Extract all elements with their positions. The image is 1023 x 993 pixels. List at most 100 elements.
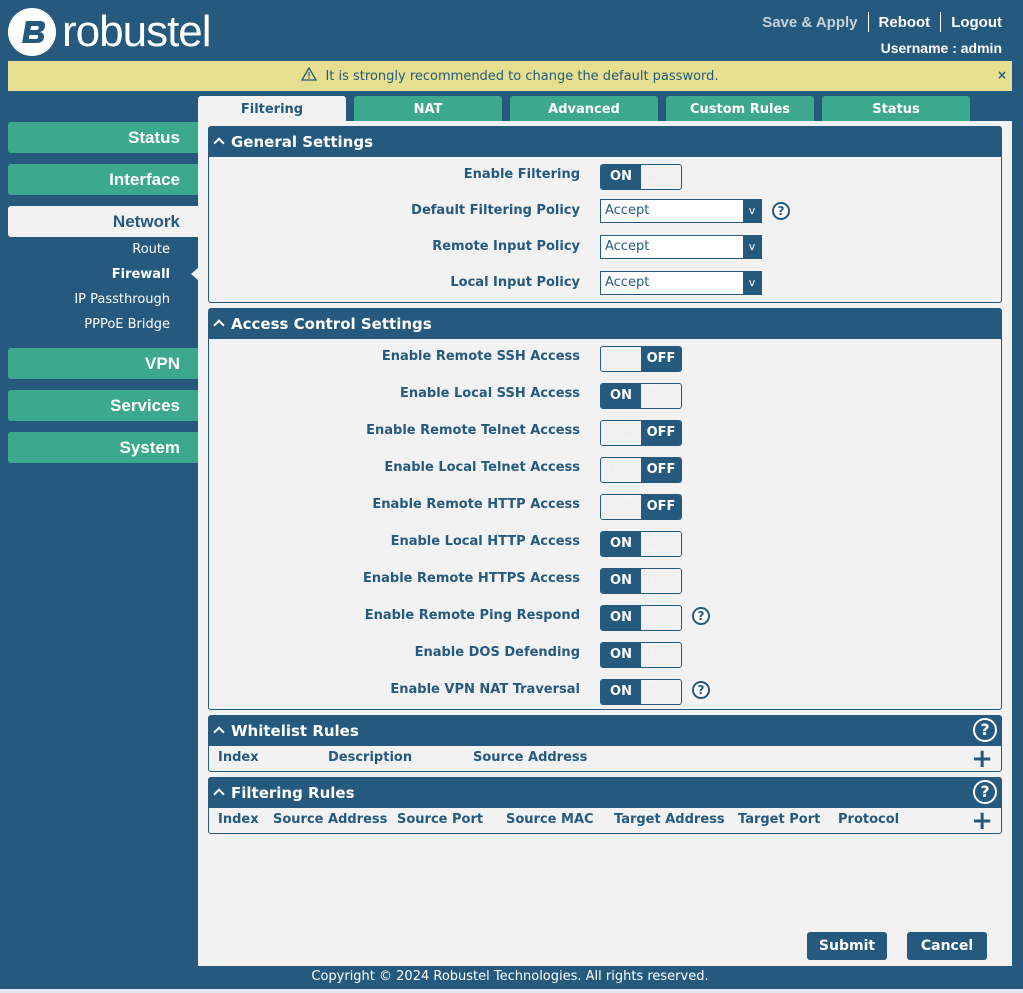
sidebar-subitem-ip-passthrough[interactable]: IP Passthrough xyxy=(0,292,170,307)
filtering-rules-header[interactable]: Filtering Rules ? xyxy=(209,778,1001,808)
access-row: Enable Local HTTP Access ON OFF xyxy=(209,530,1001,557)
sidebar-item-vpn[interactable]: VPN xyxy=(8,348,198,379)
section-title: General Settings xyxy=(231,133,374,151)
toggle-on[interactable]: ON xyxy=(601,347,641,371)
help-icon[interactable]: ? xyxy=(973,718,997,742)
column-header: Protocol xyxy=(838,812,900,827)
chevron-down-icon: v xyxy=(743,200,761,222)
column-header: Description xyxy=(328,750,413,765)
tab-advanced[interactable]: Advanced xyxy=(510,96,658,121)
section-title: Access Control Settings xyxy=(231,315,432,333)
field-label: Remote Input Policy xyxy=(432,239,580,254)
tab-status[interactable]: Status xyxy=(822,96,970,121)
toggle-off[interactable]: OFF xyxy=(641,680,681,704)
copyright-footer: Copyright © 2024 Robustel Technologies. … xyxy=(311,969,709,984)
access-row: Enable Remote HTTP Access ON OFF xyxy=(209,493,1001,520)
chevron-down-icon: v xyxy=(743,236,761,258)
general-settings-header[interactable]: General Settings xyxy=(209,127,1001,157)
sidebar-subitem-firewall[interactable]: Firewall xyxy=(0,267,170,282)
select-value: Accept xyxy=(605,275,650,290)
access-toggle[interactable]: ON OFF xyxy=(600,457,682,483)
sidebar-item-status[interactable]: Status xyxy=(8,122,198,153)
divider xyxy=(940,12,942,32)
help-icon[interactable]: ? xyxy=(772,202,790,220)
filtering-column-headers: Index Source Address Source Port Source … xyxy=(209,808,1001,834)
column-header: Index xyxy=(218,750,259,765)
toggle-off[interactable]: OFF xyxy=(641,569,681,593)
window-bottom-edge xyxy=(0,989,1023,993)
toggle-off[interactable]: OFF xyxy=(641,347,681,371)
toggle-off[interactable]: OFF xyxy=(641,606,681,630)
tab-filtering[interactable]: Filtering xyxy=(198,96,346,121)
reboot-link[interactable]: Reboot xyxy=(879,14,931,31)
logout-link[interactable]: Logout xyxy=(951,14,1002,31)
sidebar-item-network[interactable]: Network xyxy=(8,206,198,237)
toggle-on[interactable]: ON xyxy=(601,421,641,445)
help-icon[interactable]: ? xyxy=(973,780,997,804)
access-row: Enable Remote Telnet Access ON OFF xyxy=(209,419,1001,446)
access-control-header[interactable]: Access Control Settings xyxy=(209,309,1001,339)
add-icon[interactable]: + xyxy=(971,808,993,834)
collapse-icon xyxy=(213,319,225,331)
toggle-on[interactable]: ON xyxy=(601,643,641,667)
enable-filtering-toggle[interactable]: ON OFF xyxy=(600,164,682,190)
sidebar-item-services[interactable]: Services xyxy=(8,390,198,421)
password-warning-banner: It is strongly recommended to change the… xyxy=(8,61,1012,91)
access-toggle[interactable]: ON OFF xyxy=(600,568,682,594)
remote-input-policy-select[interactable]: Accept v xyxy=(600,235,762,259)
access-toggle[interactable]: ON OFF xyxy=(600,346,682,372)
add-icon[interactable]: + xyxy=(971,746,993,772)
field-label: Enable Remote Telnet Access xyxy=(366,423,580,438)
field-label: Enable Remote HTTPS Access xyxy=(363,571,580,586)
default-filtering-policy-select[interactable]: Accept v xyxy=(600,199,762,223)
local-input-policy-select[interactable]: Accept v xyxy=(600,271,762,295)
tab-nat[interactable]: NAT xyxy=(354,96,502,121)
close-icon[interactable]: × xyxy=(997,68,1007,82)
access-toggle[interactable]: ON OFF xyxy=(600,494,682,520)
toggle-off[interactable]: OFF xyxy=(641,643,681,667)
header-links: Save & Apply Reboot Logout xyxy=(762,12,1002,32)
toggle-on[interactable]: ON xyxy=(601,458,641,482)
access-toggle[interactable]: ON OFF xyxy=(600,383,682,409)
sidebar-item-interface[interactable]: Interface xyxy=(8,164,198,195)
help-icon[interactable]: ? xyxy=(692,607,710,625)
access-row: Enable Remote SSH Access ON OFF xyxy=(209,345,1001,372)
cancel-button[interactable]: Cancel xyxy=(907,932,987,960)
access-row: Enable Remote Ping Respond ON OFF? xyxy=(209,604,1001,631)
toggle-on[interactable]: ON xyxy=(601,680,641,704)
sidebar-subitem-pppoe-bridge[interactable]: PPPoE Bridge xyxy=(0,317,170,332)
toggle-on[interactable]: ON xyxy=(601,569,641,593)
toggle-on[interactable]: ON xyxy=(601,384,641,408)
help-icon[interactable]: ? xyxy=(692,681,710,699)
tab-custom-rules[interactable]: Custom Rules xyxy=(666,96,814,121)
toggle-on[interactable]: ON xyxy=(601,165,641,189)
access-toggle[interactable]: ON OFF xyxy=(600,605,682,631)
sidebar-item-system[interactable]: System xyxy=(8,432,198,463)
sidebar-subitem-route[interactable]: Route xyxy=(0,242,170,257)
access-toggle[interactable]: ON OFF xyxy=(600,679,682,705)
toggle-off[interactable]: OFF xyxy=(641,458,681,482)
toggle-off[interactable]: OFF xyxy=(641,165,681,189)
toggle-on[interactable]: ON xyxy=(601,495,641,519)
toggle-on[interactable]: ON xyxy=(601,532,641,556)
save-apply-link[interactable]: Save & Apply xyxy=(762,14,857,31)
column-header: Index xyxy=(218,812,259,827)
section-title: Whitelist Rules xyxy=(231,722,359,740)
username-label: Username : admin xyxy=(880,40,1002,56)
local-input-policy-row: Local Input Policy Accept v xyxy=(209,271,1001,297)
access-row: Enable DOS Defending ON OFF xyxy=(209,641,1001,668)
toggle-off[interactable]: OFF xyxy=(641,532,681,556)
toggle-off[interactable]: OFF xyxy=(641,495,681,519)
column-header: Source Address xyxy=(473,750,588,765)
toggle-off[interactable]: OFF xyxy=(641,421,681,445)
access-toggle[interactable]: ON OFF xyxy=(600,531,682,557)
whitelist-rules-header[interactable]: Whitelist Rules ? xyxy=(209,716,1001,746)
toggle-off[interactable]: OFF xyxy=(641,384,681,408)
whitelist-rules-section: Whitelist Rules ? Index Description Sour… xyxy=(208,715,1002,772)
access-toggle[interactable]: ON OFF xyxy=(600,420,682,446)
column-header: Target Address xyxy=(614,812,725,827)
access-toggle[interactable]: ON OFF xyxy=(600,642,682,668)
submit-button[interactable]: Submit xyxy=(807,932,887,960)
logo-icon xyxy=(8,8,56,56)
toggle-on[interactable]: ON xyxy=(601,606,641,630)
